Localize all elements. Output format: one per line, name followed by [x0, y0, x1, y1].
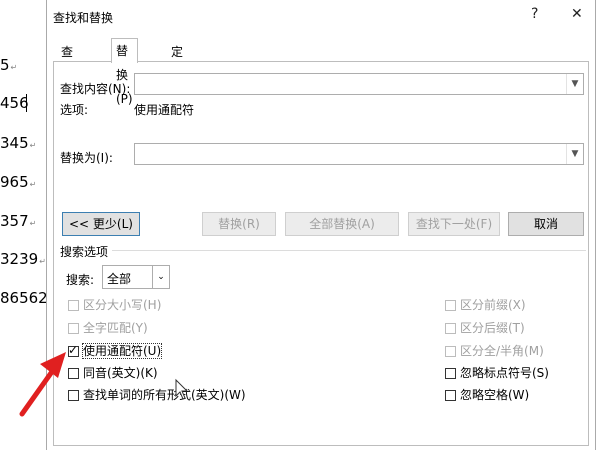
red-arrow-icon — [19, 352, 66, 417]
mouse-pointer-icon — [175, 378, 189, 400]
annotation-layer — [19, 352, 189, 417]
tab-replace[interactable]: 替换(P) — [111, 38, 138, 106]
